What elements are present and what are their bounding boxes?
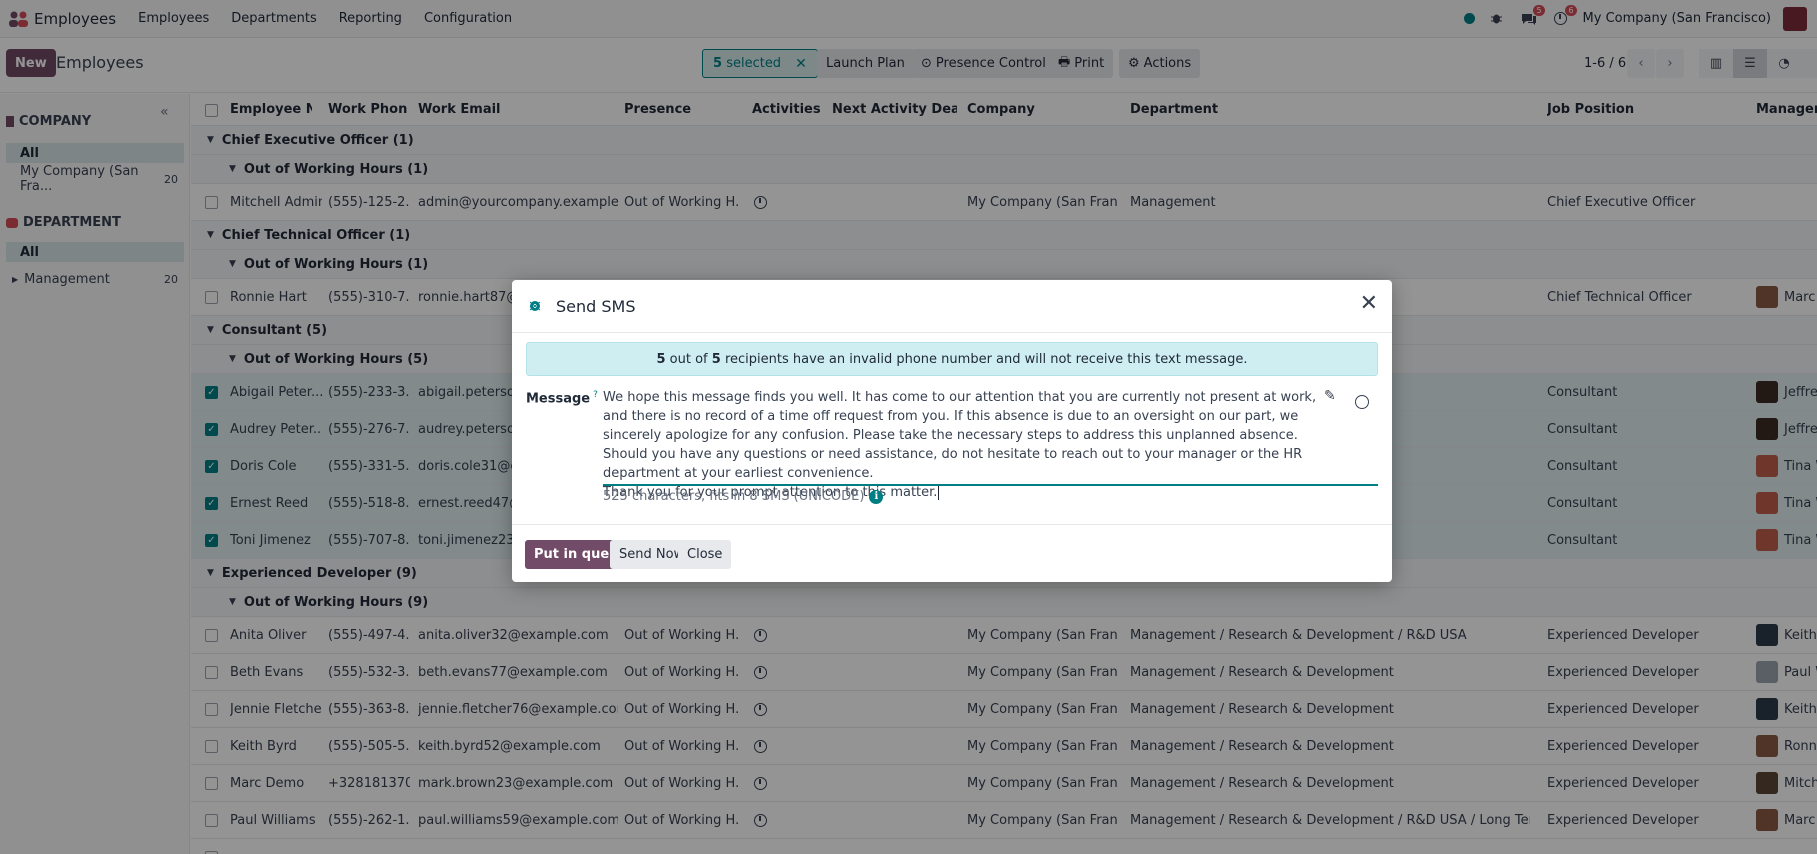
- message-label-text: Message: [526, 391, 591, 407]
- message-text: We hope this message finds you well. It …: [603, 390, 1317, 481]
- message-label: Message?: [526, 390, 598, 406]
- alert-total: 5: [711, 351, 721, 367]
- emoji-picker-icon[interactable]: [1355, 395, 1369, 409]
- close-button[interactable]: Close: [678, 540, 732, 569]
- sms-app-icon: [529, 301, 541, 311]
- alert-text: recipients have an invalid phone number …: [724, 351, 1248, 367]
- dialog-footer: Put in queue Send Now Close: [512, 524, 1392, 582]
- dialog-header: Send SMS ✕: [512, 280, 1392, 333]
- sms-count: 525 characters, fits in 8 SMS (UNICODE) …: [603, 489, 884, 504]
- send-sms-dialog: Send SMS ✕ 5 out of 5 recipients have an…: [512, 280, 1392, 582]
- invalid-recipients-alert: 5 out of 5 recipients have an invalid ph…: [526, 342, 1378, 376]
- close-icon[interactable]: ✕: [1360, 293, 1378, 315]
- alert-count: 5: [656, 351, 666, 367]
- info-icon[interactable]: i: [869, 489, 884, 504]
- alert-mid: out of: [669, 351, 708, 367]
- char-count-text: 525 characters, fits in 8 SMS (UNICODE): [603, 489, 865, 504]
- ai-magic-wand-icon[interactable]: ✎: [1324, 388, 1336, 404]
- dialog-title: Send SMS: [556, 297, 636, 316]
- help-tooltip-icon[interactable]: ?: [593, 390, 598, 400]
- text-cursor: [938, 485, 940, 500]
- message-underline: [603, 484, 1378, 486]
